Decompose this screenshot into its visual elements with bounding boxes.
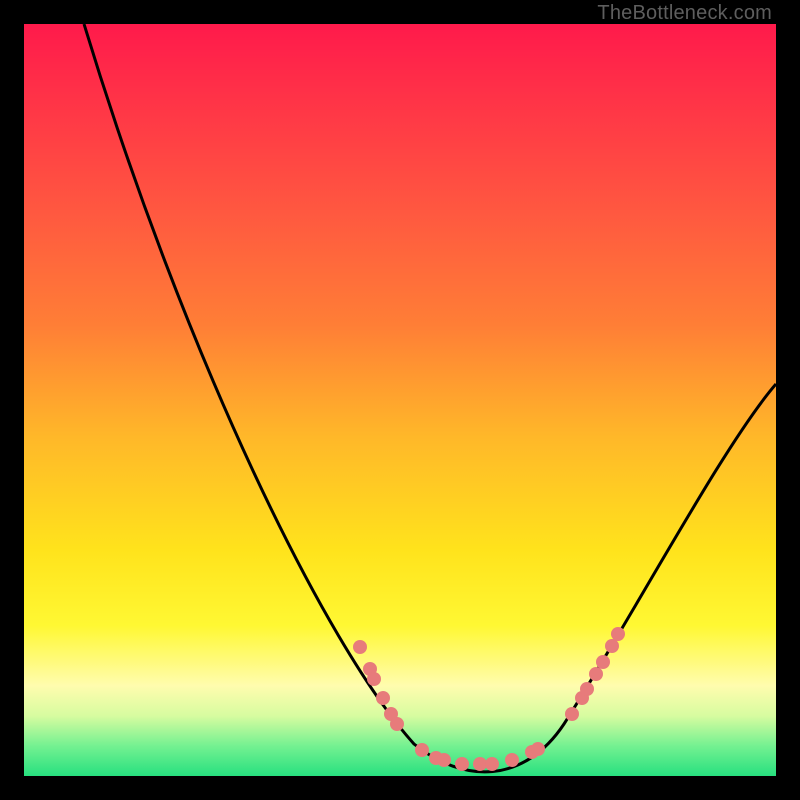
- chart-svg: [24, 24, 776, 776]
- highlight-dots-group: [353, 627, 625, 771]
- highlight-dot: [611, 627, 625, 641]
- highlight-dot: [505, 753, 519, 767]
- highlight-dot: [390, 717, 404, 731]
- highlight-dot: [596, 655, 610, 669]
- watermark-text: TheBottleneck.com: [597, 2, 772, 25]
- highlight-dot: [415, 743, 429, 757]
- highlight-dot: [531, 742, 545, 756]
- highlight-dot: [455, 757, 469, 771]
- highlight-dot: [565, 707, 579, 721]
- highlight-dot: [589, 667, 603, 681]
- highlight-dot: [367, 672, 381, 686]
- highlight-dot: [485, 757, 499, 771]
- highlight-dot: [437, 753, 451, 767]
- highlight-dot: [605, 639, 619, 653]
- chart-frame: [24, 24, 776, 776]
- highlight-dot: [473, 757, 487, 771]
- bottleneck-curve: [84, 24, 776, 772]
- highlight-dot: [580, 682, 594, 696]
- highlight-dot: [376, 691, 390, 705]
- highlight-dot: [353, 640, 367, 654]
